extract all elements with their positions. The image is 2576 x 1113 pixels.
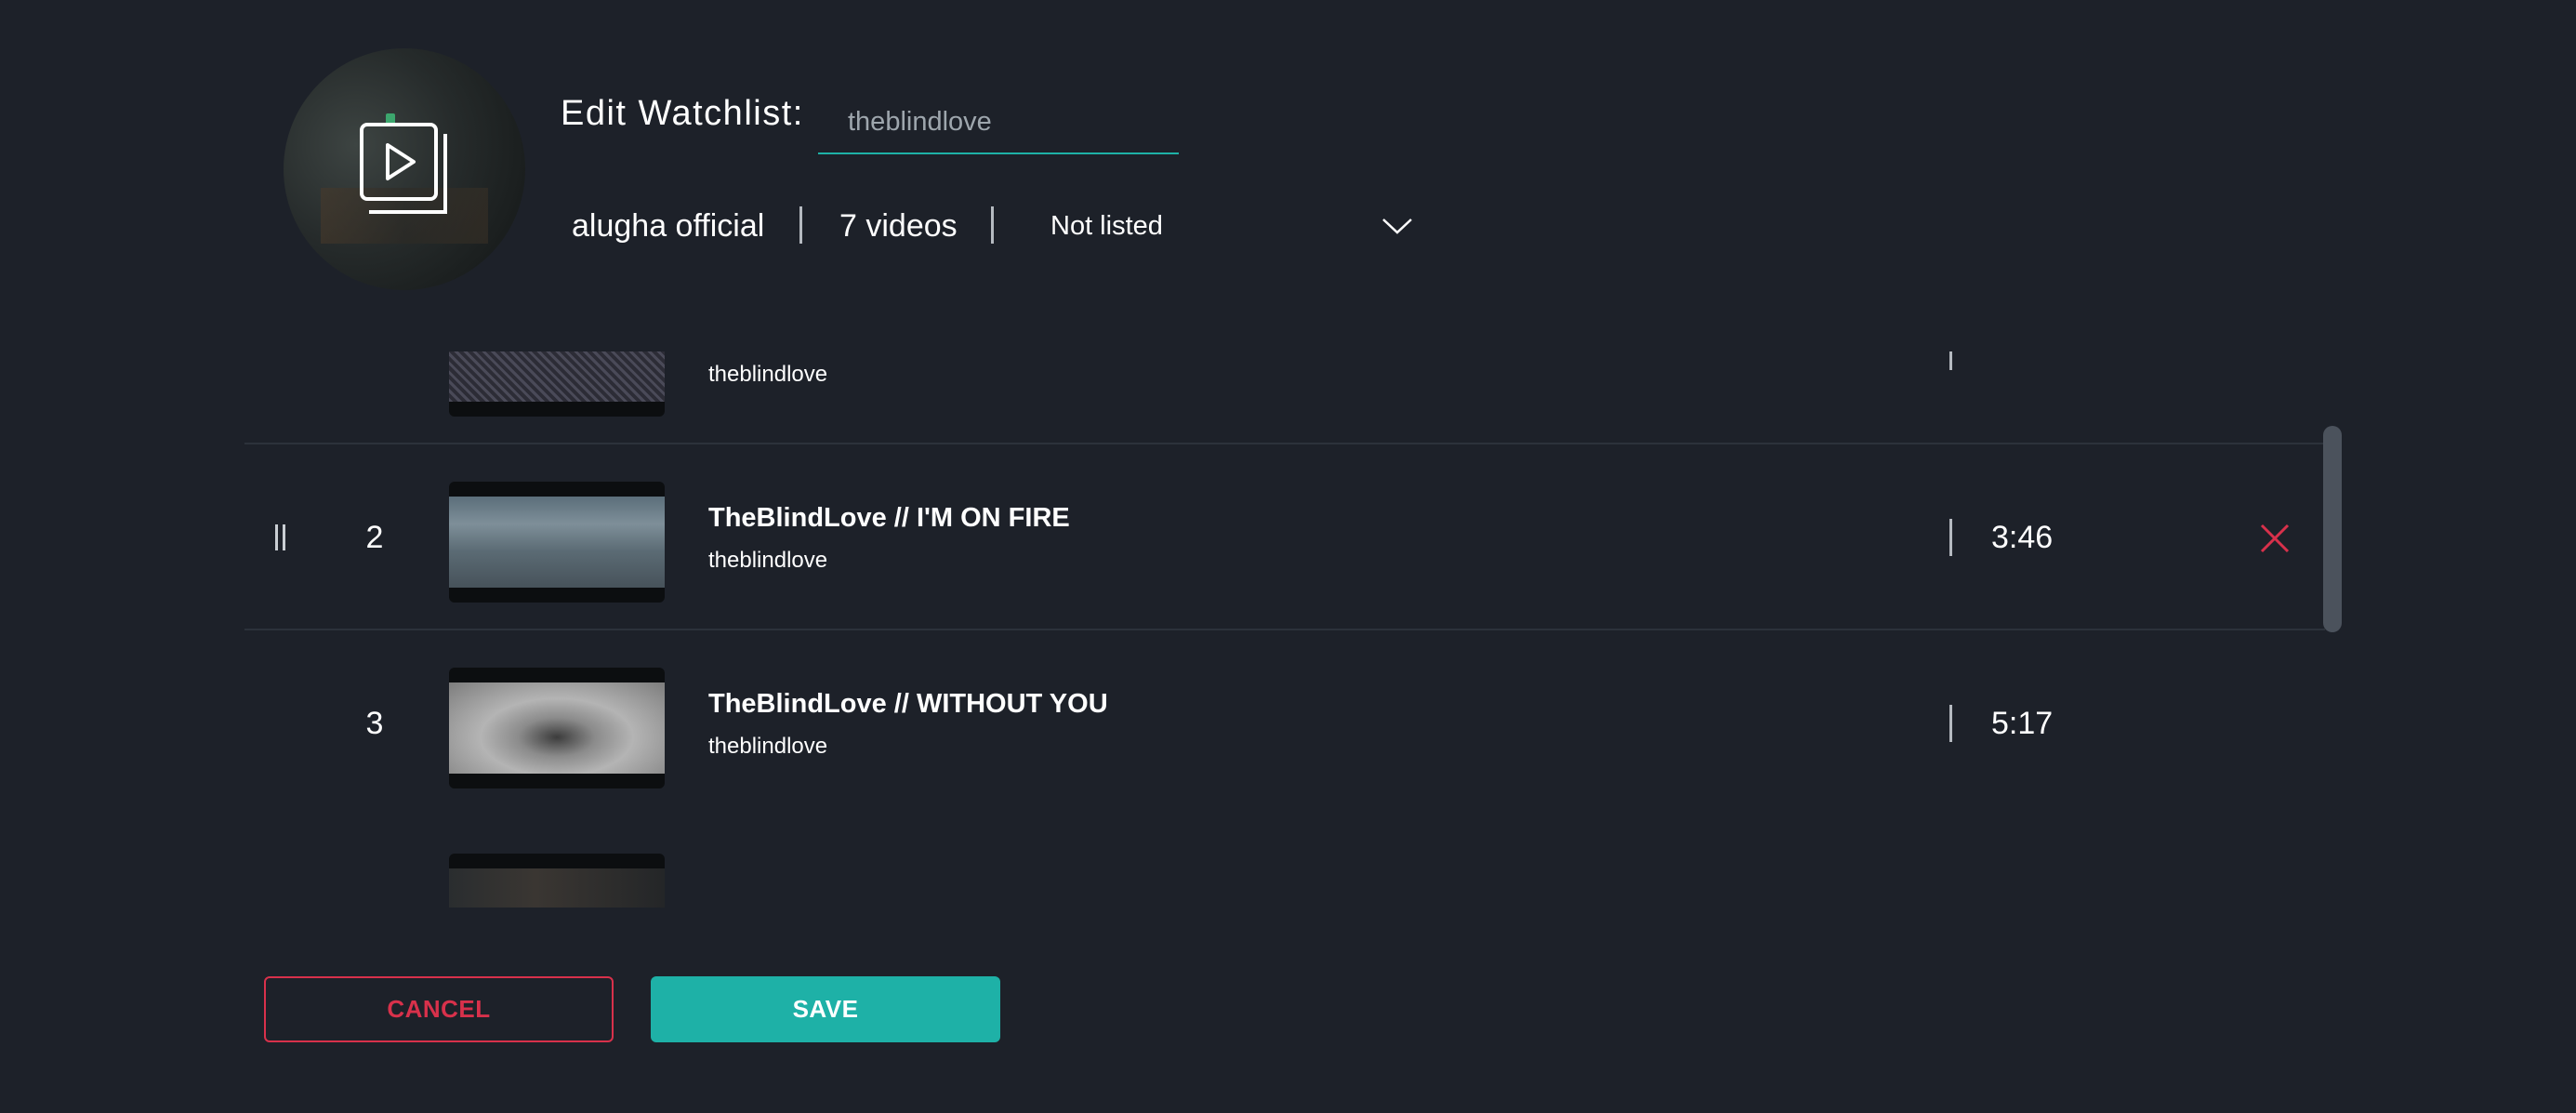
edit-watchlist-label: Edit Watchlist:: [561, 94, 804, 133]
video-thumbnail: [449, 482, 665, 603]
save-button[interactable]: SAVE: [651, 976, 1000, 1042]
video-row[interactable]: 3 TheBlindLove // WITHOUT YOU theblindlo…: [244, 630, 2325, 816]
video-title[interactable]: TheBlindLove // I'M ON FIRE: [708, 500, 1070, 536]
meta-divider: [799, 206, 802, 244]
video-index: 3: [365, 706, 384, 741]
owner-name: alugha official: [572, 207, 765, 244]
watchlist-avatar: [284, 48, 525, 290]
watchlist-name-input[interactable]: [818, 91, 1179, 154]
duration-divider: [1949, 519, 1952, 556]
video-channel: theblindlove: [708, 362, 828, 387]
video-row[interactable]: 2 TheBlindLove // I'M ON FIRE theblindlo…: [244, 444, 2325, 630]
meta-divider: [991, 206, 994, 244]
video-thumbnail: [449, 668, 665, 788]
drag-handle-icon[interactable]: [275, 524, 288, 550]
visibility-value: Not listed: [1050, 210, 1163, 241]
video-duration: 3:46: [1991, 520, 2054, 555]
visibility-dropdown[interactable]: Not listed: [1050, 203, 1413, 249]
video-count: 7 videos: [839, 207, 958, 244]
remove-video-icon[interactable]: [2259, 523, 2291, 554]
video-row[interactable]: [244, 816, 2325, 908]
watchlist-play-icon: [360, 123, 447, 214]
video-row[interactable]: theblindlove: [244, 351, 2325, 444]
video-list[interactable]: theblindlove 2 TheBlindLove // I'M ON FI…: [244, 351, 2325, 908]
video-channel: theblindlove: [708, 548, 828, 573]
video-channel: theblindlove: [708, 734, 828, 759]
video-thumbnail: [449, 351, 665, 417]
video-title[interactable]: TheBlindLove // WITHOUT YOU: [708, 686, 1108, 722]
video-duration: 5:17: [1991, 706, 2054, 741]
cancel-button[interactable]: CANCEL: [264, 976, 614, 1042]
list-scrollbar[interactable]: [2323, 426, 2342, 632]
duration-divider: [1949, 351, 1952, 370]
chevron-down-icon: [1382, 219, 1412, 234]
video-index: 2: [365, 520, 384, 555]
duration-divider: [1949, 705, 1952, 742]
video-thumbnail: [449, 854, 665, 908]
